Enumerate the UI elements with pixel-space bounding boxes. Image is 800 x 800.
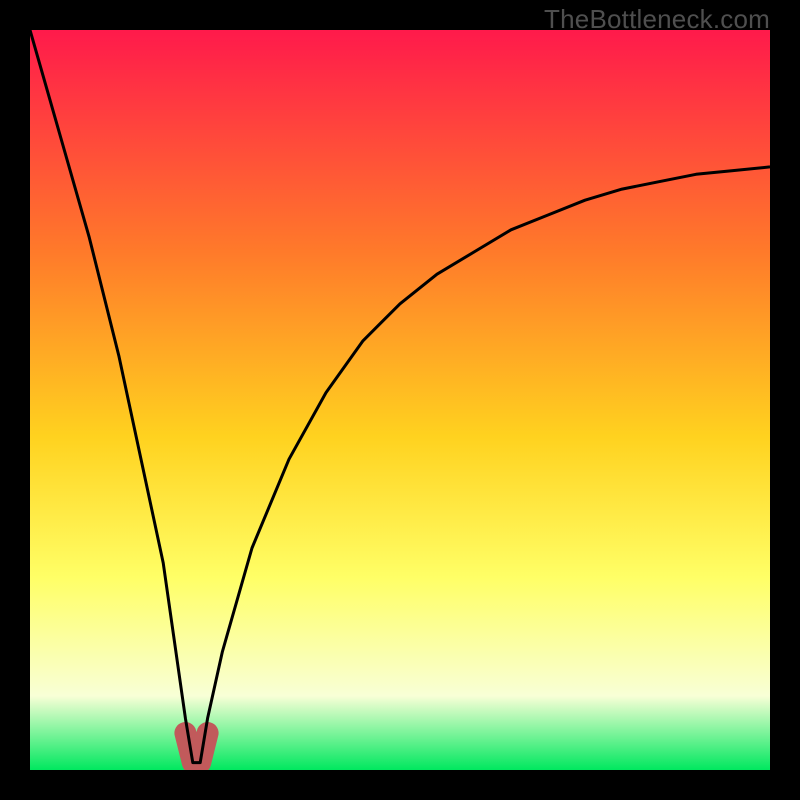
watermark-text: TheBottleneck.com bbox=[544, 4, 770, 35]
plot-area bbox=[30, 30, 770, 770]
bottleneck-chart bbox=[30, 30, 770, 770]
chart-frame: TheBottleneck.com bbox=[0, 0, 800, 800]
gradient-background bbox=[30, 30, 770, 770]
